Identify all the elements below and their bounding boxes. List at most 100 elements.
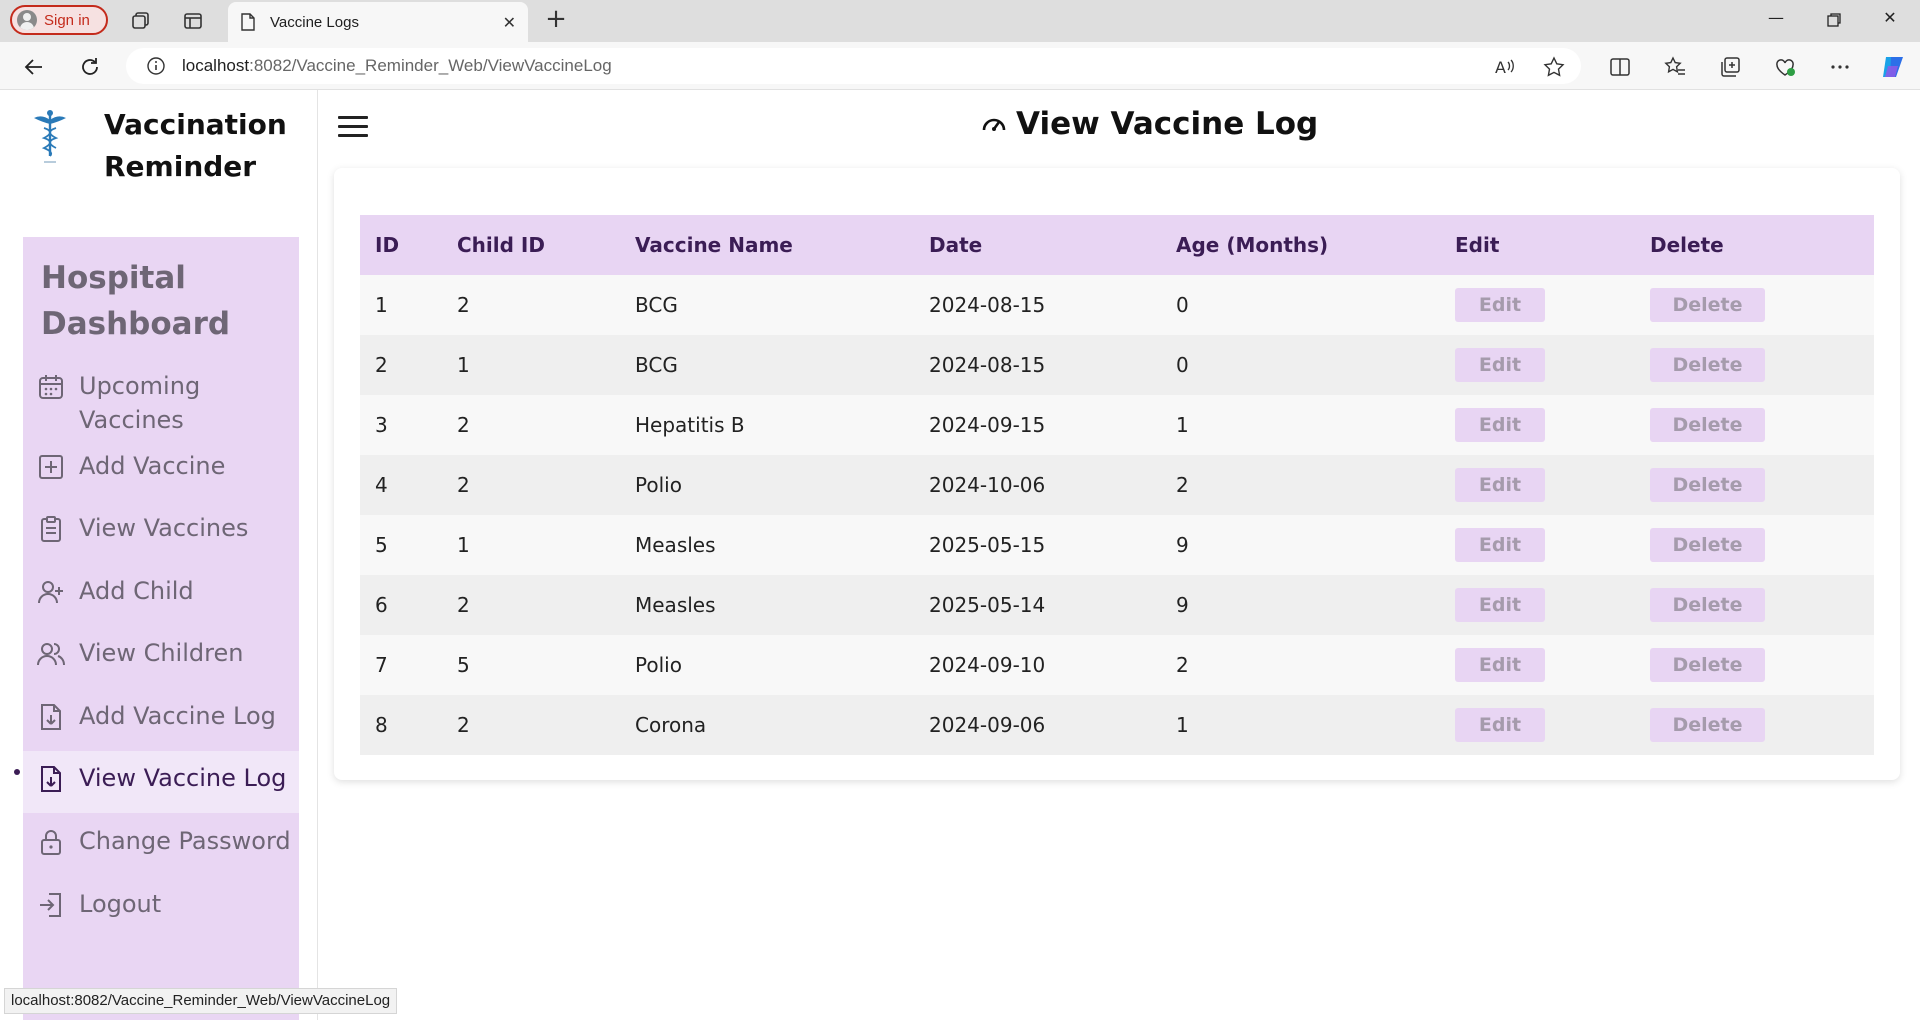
split-screen-icon[interactable]: [1607, 54, 1633, 80]
read-aloud-icon[interactable]: A: [1492, 54, 1518, 80]
cell-child-id: 2: [457, 413, 470, 437]
more-options-icon[interactable]: [1827, 54, 1853, 80]
minimize-icon[interactable]: —: [1756, 8, 1796, 34]
delete-button[interactable]: Delete: [1650, 648, 1765, 682]
edit-button[interactable]: Edit: [1455, 468, 1545, 502]
page-icon: [241, 13, 255, 31]
favorites-icon[interactable]: [1662, 54, 1688, 80]
edit-button[interactable]: Edit: [1455, 528, 1545, 562]
column-header: Vaccine Name: [635, 233, 793, 257]
close-window-icon[interactable]: ✕: [1870, 8, 1910, 34]
edit-button[interactable]: Edit: [1455, 288, 1545, 322]
delete-button[interactable]: Delete: [1650, 528, 1765, 562]
cell-age: 9: [1176, 593, 1189, 617]
menu-label: Logout: [79, 890, 162, 918]
plus-square-icon: [39, 455, 63, 479]
delete-button[interactable]: Delete: [1650, 468, 1765, 502]
sidebar: Vaccination Reminder Hospital Dashboard …: [0, 90, 398, 1020]
lock-icon: [41, 830, 61, 855]
menu-label: Upcoming Vaccines: [79, 372, 201, 434]
restore-icon[interactable]: [1814, 8, 1854, 34]
table-row: 1 2 BCG 2024-08-15 0 Edit Delete: [360, 275, 1874, 335]
menu-label: View Vaccine Log: [79, 764, 287, 792]
cell-child-id: 2: [457, 713, 470, 737]
cell-age: 1: [1176, 713, 1189, 737]
menu-item-view-vaccine-log[interactable]: View Vaccine Log: [23, 751, 299, 813]
tab-actions-icon[interactable]: [181, 9, 205, 33]
main-content: View Vaccine Log ID Child ID Vaccine Nam…: [318, 90, 1920, 1020]
close-tab-icon[interactable]: ✕: [503, 13, 516, 32]
delete-button[interactable]: Delete: [1650, 348, 1765, 382]
delete-button[interactable]: Delete: [1650, 708, 1765, 742]
file-plus-icon: [41, 766, 61, 792]
tab-title: Vaccine Logs: [270, 13, 359, 31]
workspaces-icon[interactable]: [129, 9, 153, 33]
favorite-star-icon[interactable]: [1541, 54, 1567, 80]
edit-button[interactable]: Edit: [1455, 648, 1545, 682]
cell-vaccine-name: Measles: [635, 533, 716, 557]
url-field[interactable]: localhost:8082/Vaccine_Reminder_Web/View…: [126, 48, 1581, 84]
menu-toggle-icon[interactable]: [338, 116, 368, 138]
profile-icon: [17, 10, 37, 30]
new-tab-icon[interactable]: +: [542, 6, 570, 34]
menu-item-logout[interactable]: Logout: [23, 887, 299, 921]
menu-item-add-child[interactable]: Add Child: [23, 574, 299, 608]
cell-age: 2: [1176, 653, 1189, 677]
copilot-icon[interactable]: [1880, 54, 1906, 80]
vaccine-log-table: ID Child ID Vaccine Name Date Age (Month…: [360, 215, 1874, 755]
delete-button[interactable]: Delete: [1650, 288, 1765, 322]
delete-button[interactable]: Delete: [1650, 408, 1765, 442]
calendar-icon: [39, 375, 63, 399]
edit-button[interactable]: Edit: [1455, 348, 1545, 382]
menu-item-change-password[interactable]: Change Password: [23, 824, 299, 858]
table-row: 3 2 Hepatitis B 2024-09-15 1 Edit Delete: [360, 395, 1874, 455]
cell-age: 0: [1176, 293, 1189, 317]
cell-date: 2024-08-15: [929, 353, 1046, 377]
sign-in-button[interactable]: Sign in: [10, 5, 108, 35]
edit-button[interactable]: Edit: [1455, 708, 1545, 742]
cell-id: 6: [375, 593, 388, 617]
tab-vaccine-logs[interactable]: Vaccine Logs ✕: [228, 2, 528, 42]
address-bar-row: localhost:8082/Vaccine_Reminder_Web/View…: [0, 42, 1920, 90]
cell-id: 1: [375, 293, 388, 317]
cell-age: 1: [1176, 413, 1189, 437]
cell-child-id: 2: [457, 473, 470, 497]
table-row: 2 1 BCG 2024-08-15 0 Edit Delete: [360, 335, 1874, 395]
cell-vaccine-name: BCG: [635, 293, 678, 317]
cell-vaccine-name: Polio: [635, 653, 682, 677]
cell-id: 2: [375, 353, 388, 377]
delete-button[interactable]: Delete: [1650, 588, 1765, 622]
refresh-icon[interactable]: [77, 54, 103, 80]
menu-item-view-children[interactable]: View Children: [23, 636, 299, 670]
dashboard-menu: Hospital Dashboard Upcoming Vaccines Add…: [23, 237, 299, 1020]
menu-item-add-vaccine[interactable]: Add Vaccine: [23, 449, 299, 483]
table-row: 7 5 Polio 2024-09-10 2 Edit Delete: [360, 635, 1874, 695]
cell-date: 2024-09-06: [929, 713, 1046, 737]
cell-child-id: 2: [457, 593, 470, 617]
menu-item-upcoming-vaccines[interactable]: Upcoming Vaccines: [23, 369, 299, 437]
column-header: ID: [375, 233, 400, 257]
menu-item-add-vaccine-log[interactable]: Add Vaccine Log: [23, 699, 299, 733]
cell-vaccine-name: BCG: [635, 353, 678, 377]
collections-icon[interactable]: [1717, 54, 1743, 80]
menu-item-view-vaccines[interactable]: View Vaccines: [23, 511, 299, 545]
column-header: Child ID: [457, 233, 545, 257]
info-icon[interactable]: [146, 56, 166, 76]
edit-button[interactable]: Edit: [1455, 408, 1545, 442]
edit-button[interactable]: Edit: [1455, 588, 1545, 622]
column-header: Delete: [1650, 233, 1724, 257]
cell-id: 3: [375, 413, 388, 437]
menu-label: Add Vaccine Log: [79, 702, 276, 730]
browser-essentials-icon[interactable]: [1772, 54, 1798, 80]
page-title: View Vaccine Log: [980, 106, 1318, 142]
cell-date: 2024-08-15: [929, 293, 1046, 317]
cell-child-id: 1: [457, 533, 470, 557]
cell-id: 7: [375, 653, 388, 677]
menu-title: Hospital Dashboard: [41, 260, 231, 342]
cell-vaccine-name: Measles: [635, 593, 716, 617]
column-header: Age (Months): [1176, 233, 1329, 257]
table-row: 6 2 Measles 2025-05-14 9 Edit Delete: [360, 575, 1874, 635]
url-host: localhost: [182, 56, 250, 75]
menu-label: Add Child: [79, 577, 194, 605]
back-icon[interactable]: [21, 54, 47, 80]
